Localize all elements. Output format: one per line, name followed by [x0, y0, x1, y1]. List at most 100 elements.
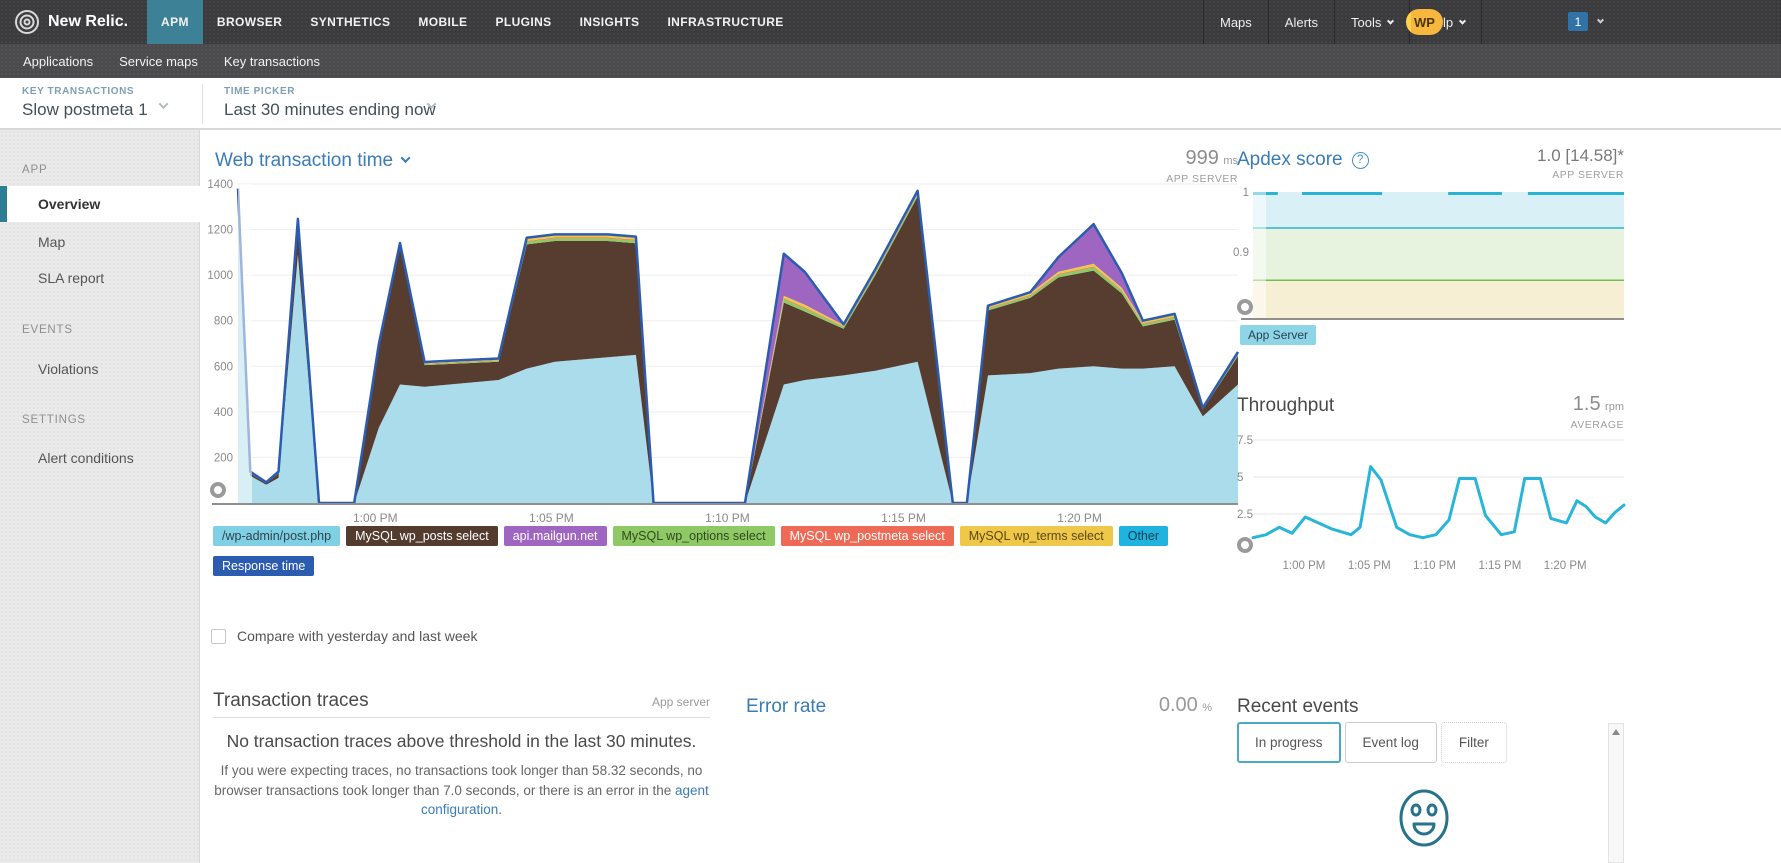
throughput-title: Throughput [1237, 395, 1334, 417]
chevron-down-icon [1387, 17, 1394, 24]
recent-events-buttons: In progress Event log Filter [1237, 722, 1507, 763]
sidebar-heading-settings: SETTINGS [22, 414, 86, 426]
apdex-value: 1.0 [14.58]* [1537, 146, 1624, 166]
apdex-title: Apdex score [1237, 149, 1343, 171]
svg-text:400: 400 [214, 407, 233, 419]
apdex-summary: 1.0 [14.58]* APP SERVER [1537, 146, 1624, 181]
legend-mysql-wp-options-select[interactable]: MySQL wp_options select [613, 526, 775, 546]
event-log-button[interactable]: Event log [1345, 722, 1437, 763]
error-rate-title-row: Error rate [746, 696, 826, 718]
recent-events-scrollbar[interactable] [1608, 723, 1624, 863]
legend-mysql-wp-postmeta-select[interactable]: MySQL wp_postmeta select [781, 526, 954, 546]
apdex-score-chart[interactable]: 10.9 [1237, 180, 1627, 348]
top-nav: New Relic. APM BROWSER SYNTHETICS MOBILE… [0, 0, 1781, 44]
legend-wp-admin-post-php[interactable]: /wp-admin/post.php [213, 526, 340, 546]
legend-other[interactable]: Other [1119, 526, 1168, 546]
key-transactions-picker-value: Slow postmeta 1 [22, 100, 148, 120]
svg-text:200: 200 [214, 452, 233, 464]
new-relic-logo[interactable]: New Relic. [14, 0, 128, 44]
tab-apm[interactable]: APM [147, 0, 203, 44]
sidebar-heading-events: EVENTS [22, 324, 73, 336]
apdex-help-icon[interactable]: ? [1352, 152, 1369, 169]
sidebar-item-violations[interactable]: Violations [38, 361, 98, 377]
svg-text:1:10 PM: 1:10 PM [1413, 560, 1456, 572]
product-tabs: APM BROWSER SYNTHETICS MOBILE PLUGINS IN… [147, 0, 798, 44]
subnav-key-transactions[interactable]: Key transactions [211, 54, 333, 69]
svg-text:1:00 PM: 1:00 PM [353, 511, 398, 525]
svg-text:1: 1 [1243, 187, 1249, 199]
sidebar-item-label: Overview [38, 186, 200, 222]
error-rate-value: 0.00 [1159, 694, 1198, 716]
sidebar-item-sla-report[interactable]: SLA report [38, 270, 104, 286]
compare-checkbox-row[interactable]: Compare with yesterday and last week [211, 628, 477, 644]
svg-text:800: 800 [214, 316, 233, 328]
svg-text:1400: 1400 [207, 179, 233, 191]
scrollbar-up-arrow-icon[interactable] [1612, 729, 1620, 735]
recent-events-title-row: Recent events [1237, 696, 1358, 718]
svg-text:1:15 PM: 1:15 PM [881, 511, 926, 525]
key-transactions-picker[interactable]: KEY TRANSACTIONS Slow postmeta 1 [22, 86, 148, 120]
in-progress-button[interactable]: In progress [1237, 722, 1341, 763]
time-picker[interactable]: TIME PICKER Last 30 minutes ending now [224, 86, 436, 120]
apdex-app-server-badge[interactable]: App Server [1240, 325, 1316, 345]
svg-text:1:10 PM: 1:10 PM [705, 511, 750, 525]
subnav-service-maps[interactable]: Service maps [106, 54, 211, 69]
transaction-traces-panel: Transaction traces App server No transac… [213, 690, 710, 820]
web-chart-legend: /wp-admin/post.php MySQL wp_posts select… [213, 526, 1168, 546]
apdex-title-row: Apdex score ? [1237, 149, 1369, 171]
filter-button[interactable]: Filter [1441, 722, 1507, 763]
transaction-traces-message: No transaction traces above threshold in… [213, 724, 710, 758]
tab-insights[interactable]: INSIGHTS [566, 0, 654, 44]
transaction-traces-hint: If you were expecting traces, no transac… [213, 761, 710, 820]
svg-text:1:15 PM: 1:15 PM [1478, 560, 1521, 572]
error-rate-title[interactable]: Error rate [746, 696, 826, 718]
tab-plugins[interactable]: PLUGINS [481, 0, 565, 44]
svg-text:1000: 1000 [207, 270, 233, 282]
svg-text:1:20 PM: 1:20 PM [1544, 560, 1587, 572]
svg-text:1:05 PM: 1:05 PM [1348, 560, 1391, 572]
error-rate-value-block: 0.00 % [1159, 694, 1212, 717]
nav-alerts[interactable]: Alerts [1268, 0, 1334, 44]
throughput-value: 1.5 [1573, 393, 1601, 415]
svg-text:1:05 PM: 1:05 PM [529, 511, 574, 525]
new-relic-apm-overview: New Relic. APM BROWSER SYNTHETICS MOBILE… [0, 0, 1781, 863]
throughput-unit: rpm [1605, 401, 1624, 413]
subnav-applications[interactable]: Applications [10, 54, 106, 69]
recent-events-title: Recent events [1237, 696, 1358, 718]
legend-mysql-wp-posts-select[interactable]: MySQL wp_posts select [346, 526, 498, 546]
svg-text:5: 5 [1237, 472, 1243, 484]
sidebar-item-map[interactable]: Map [38, 234, 65, 250]
compare-checkbox-label: Compare with yesterday and last week [237, 628, 477, 644]
tab-synthetics[interactable]: SYNTHETICS [296, 0, 404, 44]
svg-text:600: 600 [214, 361, 233, 373]
tab-mobile[interactable]: MOBILE [404, 0, 481, 44]
sidebar-heading-app: APP [22, 164, 47, 176]
legend-mysql-wp-terms-select[interactable]: MySQL wp_terms select [960, 526, 1113, 546]
nav-maps[interactable]: Maps [1203, 0, 1268, 44]
throughput-title-row: Throughput [1237, 395, 1334, 417]
tab-infrastructure[interactable]: INFRASTRUCTURE [653, 0, 797, 44]
svg-text:1200: 1200 [207, 225, 233, 237]
notification-count-badge[interactable]: 1 [1568, 12, 1588, 31]
legend-api-mailgun-net[interactable]: api.mailgun.net [504, 526, 607, 546]
account-chevron-down-icon [1597, 17, 1604, 24]
compare-checkbox[interactable] [211, 629, 226, 644]
nav-tools-menu[interactable]: Tools [1334, 0, 1409, 44]
time-picker-value: Last 30 minutes ending now [224, 100, 436, 120]
error-rate-unit: % [1202, 702, 1212, 714]
transaction-traces-title: Transaction traces [213, 690, 369, 712]
sidebar-item-alert-conditions[interactable]: Alert conditions [38, 450, 134, 466]
legend-response-time[interactable]: Response time [213, 556, 314, 576]
account-badge[interactable]: WP [1406, 9, 1443, 35]
new-relic-logo-icon [14, 9, 40, 35]
transaction-traces-scope: App server [652, 695, 710, 709]
picker-divider [202, 84, 203, 124]
web-transaction-time-chart[interactable]: 200 400 600 800 1000 1200 1400 1:00 PM 1:05 PM 1:… [200, 145, 1240, 577]
smiley-face-icon [1398, 788, 1450, 848]
web-chart-legend-row2: Response time [213, 556, 314, 576]
sidebar-item-overview[interactable]: Overview [0, 186, 200, 222]
svg-text:1:00 PM: 1:00 PM [1283, 560, 1326, 572]
tab-browser[interactable]: BROWSER [203, 0, 296, 44]
throughput-chart[interactable]: 7.552.51:00 PM1:05 PM1:10 PM1:15 PM1:20 … [1237, 425, 1627, 575]
key-transactions-chevron-down-icon[interactable] [159, 99, 169, 109]
